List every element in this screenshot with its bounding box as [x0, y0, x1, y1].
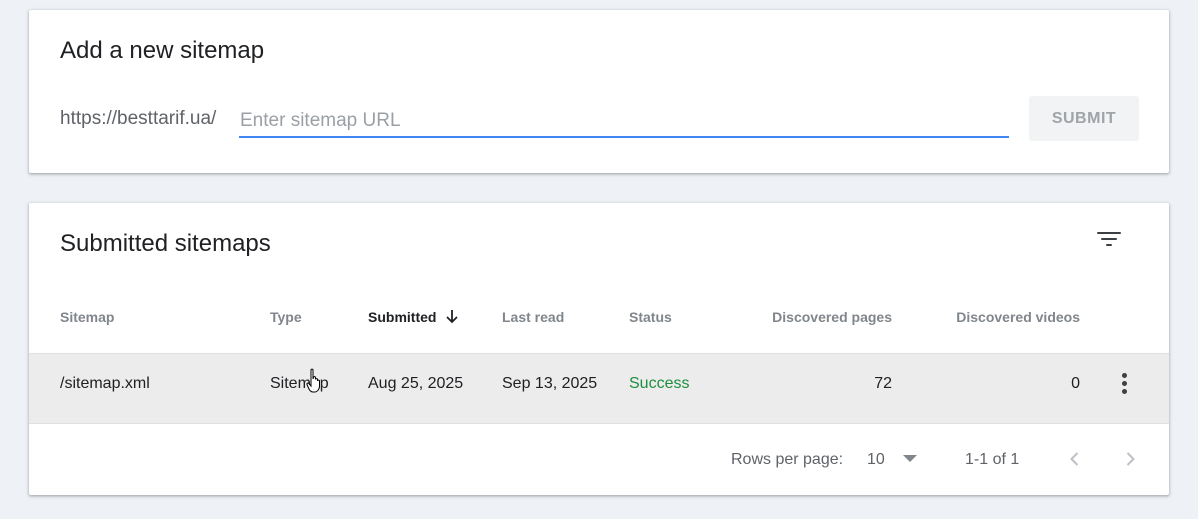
caret-down-icon[interactable] — [903, 455, 917, 462]
column-header-type[interactable]: Type — [270, 309, 302, 325]
arrow-down-icon — [446, 310, 458, 324]
cell-last-read: Sep 13, 2025 — [502, 375, 598, 392]
column-header-submitted-label: Submitted — [368, 309, 437, 325]
chevron-right-icon[interactable] — [1120, 449, 1140, 469]
column-header-discovered-pages[interactable]: Discovered pages — [729, 309, 892, 325]
submitted-sitemaps-card: Submitted sitemaps Sitemap Type Submitte… — [29, 203, 1169, 495]
column-header-submitted[interactable]: Submitted — [368, 309, 459, 325]
chevron-left-icon[interactable] — [1065, 449, 1085, 469]
filter-icon[interactable] — [1097, 231, 1121, 251]
rows-per-page-label: Rows per page: — [731, 451, 844, 468]
submit-button[interactable]: SUBMIT — [1029, 96, 1139, 141]
cell-discovered-pages: 72 — [874, 375, 892, 392]
table-row[interactable]: /sitemap.xml Sitemap Aug 25, 2025 Sep 13… — [29, 353, 1169, 424]
column-header-sitemap[interactable]: Sitemap — [60, 309, 114, 325]
cell-status: Success — [629, 375, 690, 392]
rows-per-page-select[interactable]: 10 — [867, 451, 885, 469]
pagination-range: 1-1 of 1 — [965, 451, 1020, 468]
add-sitemap-title: Add a new sitemap — [60, 37, 265, 64]
cell-sitemap: /sitemap.xml — [60, 375, 150, 392]
sitemap-url-input[interactable] — [239, 105, 1009, 138]
add-sitemap-card: Add a new sitemap https://besttarif.ua/ … — [29, 10, 1169, 173]
cell-submitted: Aug 25, 2025 — [368, 375, 464, 392]
more-vert-icon[interactable] — [1113, 370, 1137, 398]
url-prefix: https://besttarif.ua/ — [60, 108, 217, 129]
cell-discovered-videos: 0 — [1071, 375, 1080, 392]
hand-cursor-icon — [306, 368, 320, 393]
submitted-sitemaps-title: Submitted sitemaps — [60, 230, 271, 257]
column-header-last-read[interactable]: Last read — [502, 309, 564, 325]
column-header-discovered-videos[interactable]: Discovered videos — [909, 309, 1080, 325]
column-header-status[interactable]: Status — [629, 309, 672, 325]
